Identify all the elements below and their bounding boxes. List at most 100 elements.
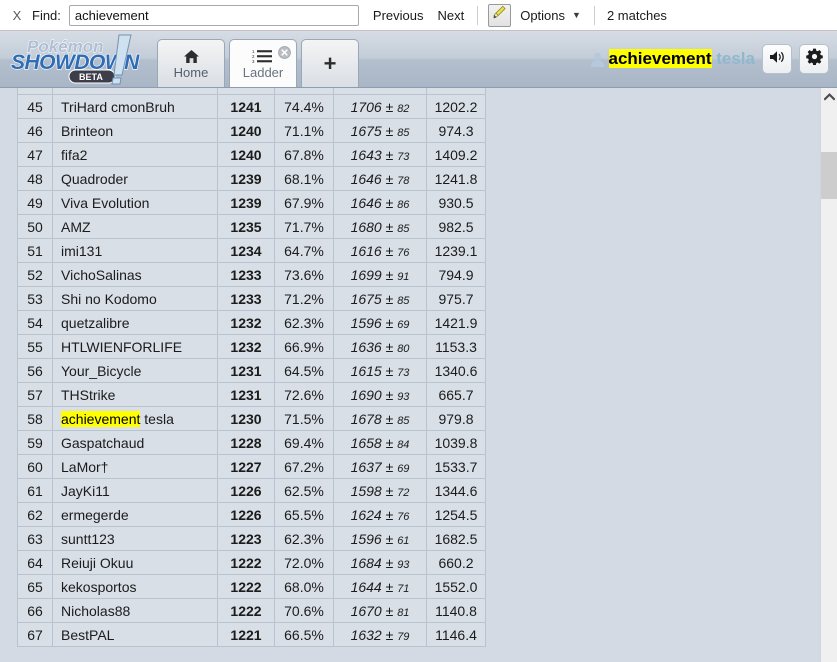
glicko-deviation: 81 (397, 607, 409, 619)
tab-ladder[interactable]: 1 2 3 Ladder (229, 39, 297, 87)
cell-gxe: 62.5% (275, 479, 334, 503)
settings-button[interactable] (799, 44, 829, 74)
cell-username[interactable]: Your_Bicycle (53, 359, 218, 383)
cell-elo: 1239 (218, 191, 275, 215)
cell-glicko: 1675 ± 85 (334, 119, 427, 143)
find-previous-button[interactable]: Previous (373, 8, 424, 23)
scroll-up-button[interactable] (821, 88, 837, 105)
cell-gxe: 67.9% (275, 191, 334, 215)
find-options-button[interactable]: Options (520, 8, 565, 23)
cell-username[interactable]: AMZ (53, 215, 218, 239)
cell-coil: 974.3 (427, 119, 486, 143)
table-row[interactable]: 50AMZ123571.7%1680 ± 85982.5 (18, 215, 486, 239)
table-row[interactable]: 55HTLWIENFORLIFE123266.9%1636 ± 801153.3 (18, 335, 486, 359)
new-tab-button[interactable]: + (301, 39, 359, 87)
cell-username[interactable]: suntt123 (53, 527, 218, 551)
cell-username[interactable]: achievement tesla (53, 407, 218, 431)
cell-username[interactable]: Gaspatchaud (53, 431, 218, 455)
glicko-value: 1678 (351, 411, 382, 427)
cell-glicko: 1643 ± 73 (334, 143, 427, 167)
cell-username[interactable]: Viva Evolution (53, 191, 218, 215)
table-row[interactable]: 62ermegerde122665.5%1624 ± 761254.5 (18, 503, 486, 527)
table-row[interactable]: 51imi131123464.7%1616 ± 761239.1 (18, 239, 486, 263)
pokemon-showdown-logo[interactable]: Pokémon SHOWDOWN BETA (9, 33, 155, 85)
cell-gxe: 62.3% (275, 311, 334, 335)
table-row[interactable]: 63suntt123122362.3%1596 ± 611682.5 (18, 527, 486, 551)
find-next-button[interactable]: Next (437, 8, 464, 23)
glicko-value: 1598 (351, 483, 382, 499)
highlight-all-button[interactable] (488, 4, 511, 27)
glicko-value: 1684 (351, 555, 382, 571)
cell-coil: 1039.8 (427, 431, 486, 455)
cell-username[interactable]: JayKi11 (53, 479, 218, 503)
table-row[interactable]: 54quetzalibre123262.3%1596 ± 691421.9 (18, 311, 486, 335)
cell-username[interactable]: BestPAL (53, 623, 218, 647)
tab-home[interactable]: Home (157, 39, 225, 87)
cell-gxe: 72.0% (275, 551, 334, 575)
close-icon[interactable] (278, 46, 291, 59)
find-input[interactable] (69, 5, 359, 26)
tab-ladder-label: Ladder (243, 66, 283, 80)
vertical-scrollbar[interactable] (820, 88, 837, 662)
table-row[interactable]: 61JayKi11122662.5%1598 ± 721344.6 (18, 479, 486, 503)
table-row[interactable]: 58achievement tesla123071.5%1678 ± 85979… (18, 407, 486, 431)
cell-coil: 1239.1 (427, 239, 486, 263)
cell-glicko: 1636 ± 80 (334, 335, 427, 359)
cell-gxe: 71.2% (275, 287, 334, 311)
glicko-value: 1596 (351, 531, 382, 547)
cell-rank: 45 (18, 95, 53, 119)
cell-username[interactable]: Shi no Kodomo (53, 287, 218, 311)
cell-elo: 1232 (218, 311, 275, 335)
cell-coil: 1682.5 (427, 527, 486, 551)
glicko-value: 1637 (351, 459, 382, 475)
cell-username[interactable]: HTLWIENFORLIFE (53, 335, 218, 359)
cell-username[interactable]: Quadroder (53, 167, 218, 191)
username-display[interactable]: achievement tesla (609, 49, 755, 69)
cell-username[interactable]: THStrike (53, 383, 218, 407)
table-row[interactable]: 65kekosportos122268.0%1644 ± 711552.0 (18, 575, 486, 599)
cell-coil: 1340.6 (427, 359, 486, 383)
table-row[interactable]: 64Reiuji Okuu122272.0%1684 ± 93660.2 (18, 551, 486, 575)
glicko-value: 1699 (351, 267, 382, 283)
cell-elo: 1223 (218, 527, 275, 551)
scrollbar-thumb[interactable] (821, 152, 837, 199)
glicko-deviation: 69 (397, 319, 409, 331)
cell-username[interactable]: fifa2 (53, 143, 218, 167)
cell-username[interactable]: imi131 (53, 239, 218, 263)
table-row[interactable]: 48Quadroder123968.1%1646 ± 781241.8 (18, 167, 486, 191)
table-row[interactable]: 52VichoSalinas123373.6%1699 ± 91794.9 (18, 263, 486, 287)
glicko-value: 1680 (351, 219, 382, 235)
sound-button[interactable] (762, 44, 792, 74)
table-row[interactable]: 47fifa2124067.8%1643 ± 731409.2 (18, 143, 486, 167)
cell-username[interactable]: Reiuji Okuu (53, 551, 218, 575)
table-row[interactable]: 59Gaspatchaud122869.4%1658 ± 841039.8 (18, 431, 486, 455)
cell-coil: 1241.8 (427, 167, 486, 191)
cell-username[interactable]: VichoSalinas (53, 263, 218, 287)
plus-icon: + (324, 53, 337, 75)
table-row[interactable]: 66Nicholas88122270.6%1670 ± 811140.8 (18, 599, 486, 623)
chevron-down-icon[interactable]: ▼ (572, 10, 581, 20)
cell-username[interactable]: ermegerde (53, 503, 218, 527)
glicko-deviation: 93 (397, 559, 409, 571)
table-row[interactable]: 45TriHard cmonBruh124174.4%1706 ± 821202… (18, 95, 486, 119)
table-row[interactable]: 67BestPAL122166.5%1632 ± 791146.4 (18, 623, 486, 647)
find-bar: X Find: Previous Next Options ▼ 2 matche… (0, 0, 837, 31)
table-row[interactable]: 56Your_Bicycle123164.5%1615 ± 731340.6 (18, 359, 486, 383)
cell-username[interactable]: Brinteon (53, 119, 218, 143)
table-row[interactable]: 53Shi no Kodomo123371.2%1675 ± 85975.7 (18, 287, 486, 311)
cell-username[interactable]: Nicholas88 (53, 599, 218, 623)
glicko-value: 1615 (351, 363, 382, 379)
cell-username[interactable]: kekosportos (53, 575, 218, 599)
cell-username[interactable]: TriHard cmonBruh (53, 95, 218, 119)
table-row[interactable]: 60LaMor†122767.2%1637 ± 691533.7 (18, 455, 486, 479)
cell-gxe: 69.4% (275, 431, 334, 455)
cell-elo: 1226 (218, 503, 275, 527)
table-row[interactable]: 57THStrike123172.6%1690 ± 93665.7 (18, 383, 486, 407)
close-find-bar-button[interactable]: X (9, 8, 25, 23)
cell-coil: 1140.8 (427, 599, 486, 623)
table-row[interactable]: 49Viva Evolution123967.9%1646 ± 86930.5 (18, 191, 486, 215)
cell-username[interactable]: quetzalibre (53, 311, 218, 335)
cell-username[interactable]: LaMor† (53, 455, 218, 479)
svg-text:BETA: BETA (79, 72, 103, 82)
table-row[interactable]: 46Brinteon124071.1%1675 ± 85974.3 (18, 119, 486, 143)
